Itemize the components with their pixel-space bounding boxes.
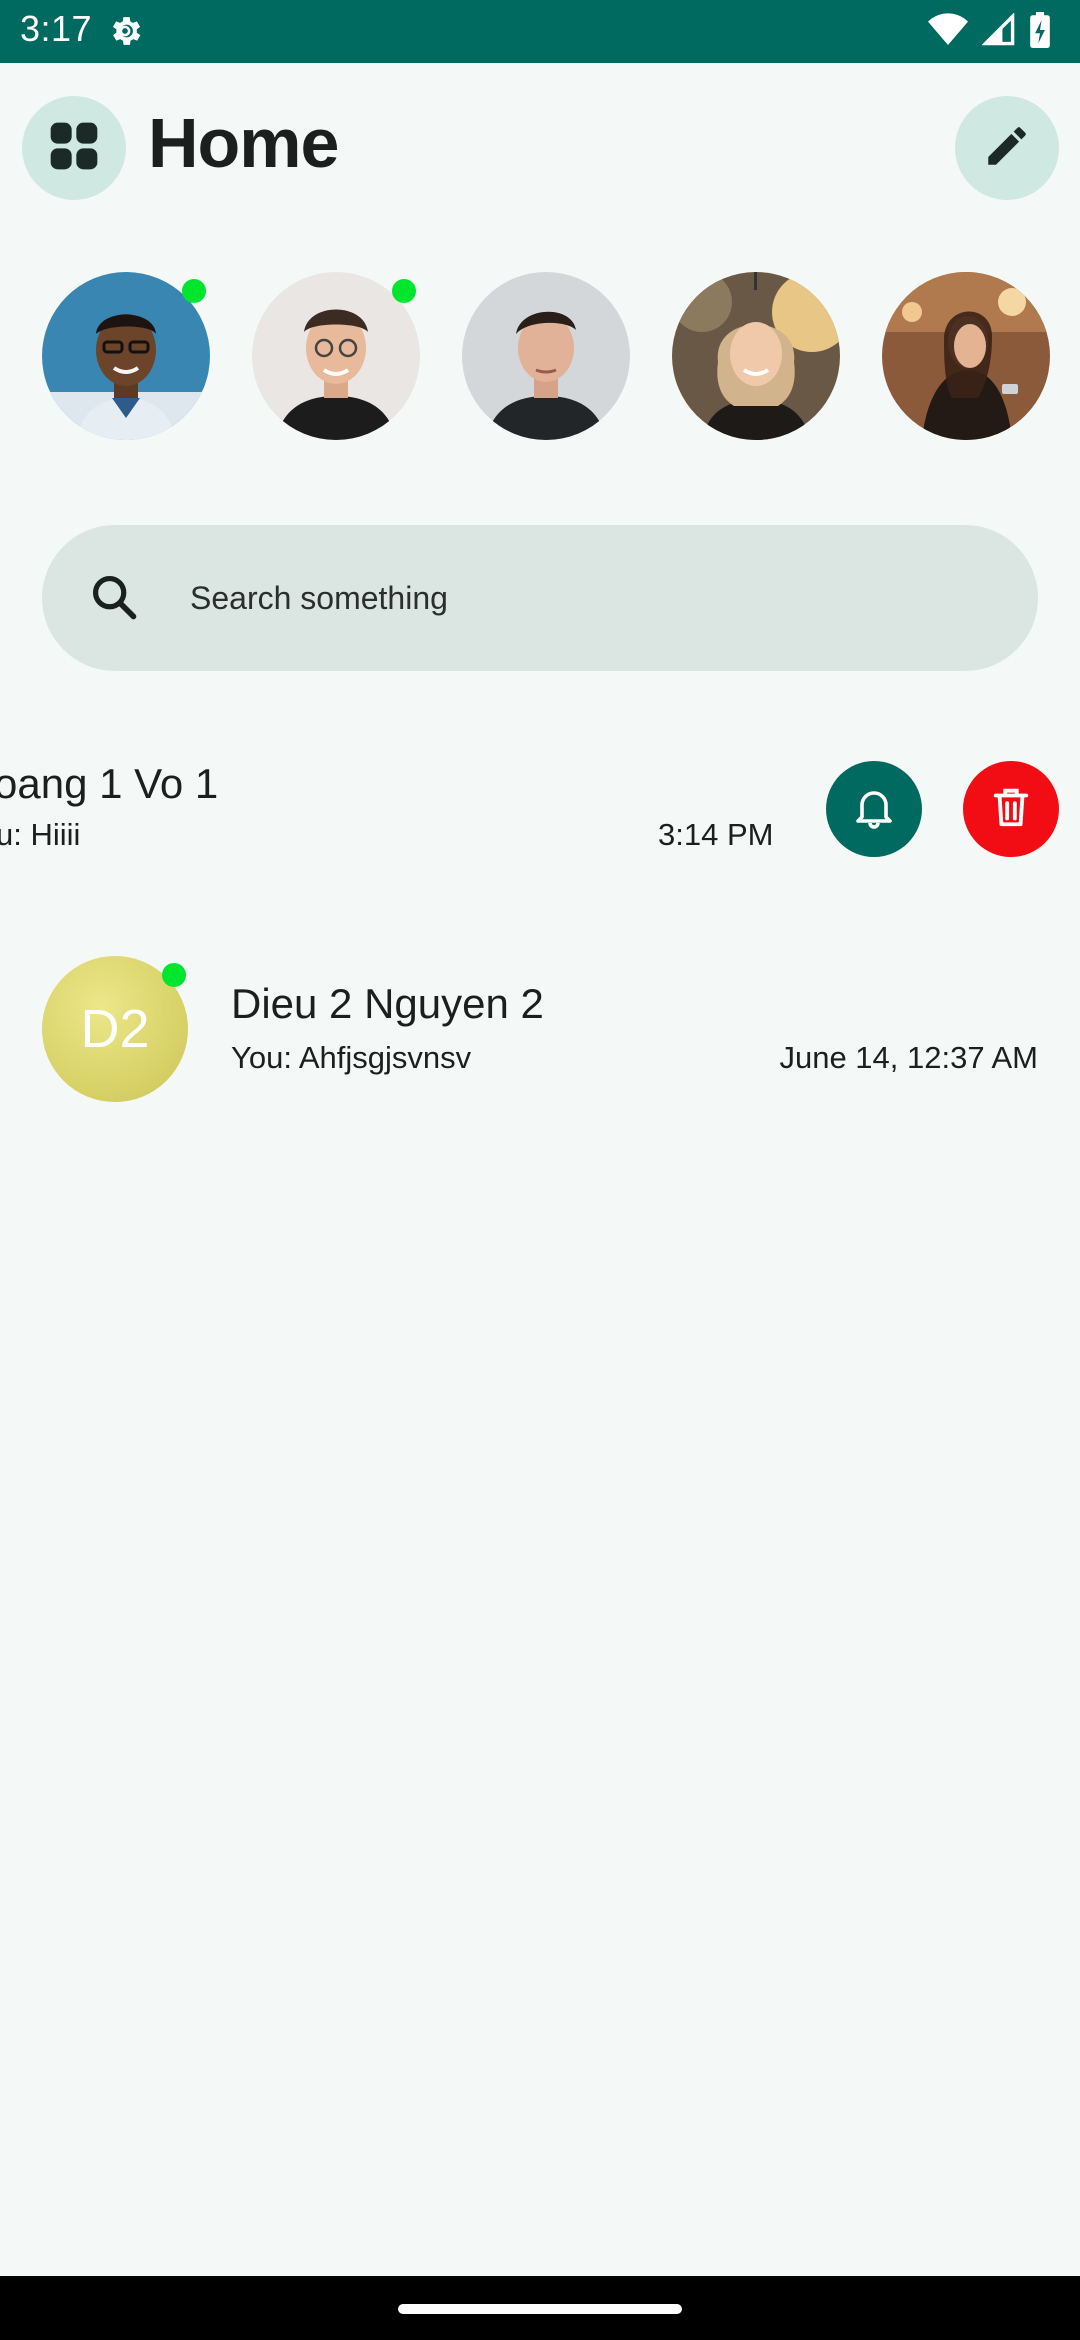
bell-icon xyxy=(850,783,898,836)
avatar-initials: D2 xyxy=(80,999,150,1059)
conversation-row[interactable]: D2 Dieu 2 Nguyen 2 You: Ahfjsgjsvnsv Jun… xyxy=(0,956,1080,1104)
navigation-bar xyxy=(0,2276,1080,2340)
settings-icon xyxy=(106,12,144,50)
online-indicator xyxy=(182,279,206,303)
search-icon xyxy=(88,571,140,628)
conversation-last-message: You: Ahfjsgjsvnsv xyxy=(231,1040,472,1075)
stories-row xyxy=(0,272,1080,442)
online-indicator xyxy=(162,963,186,987)
grid-icon xyxy=(46,118,102,179)
story-avatar-3[interactable] xyxy=(462,272,630,440)
wifi-icon xyxy=(928,13,968,47)
story-avatar-4[interactable] xyxy=(672,272,840,440)
home-indicator[interactable] xyxy=(398,2304,682,2314)
menu-button[interactable] xyxy=(22,96,126,200)
notification-button[interactable] xyxy=(826,761,922,857)
status-bar: 3:17 xyxy=(0,0,1080,63)
conversation-row[interactable]: oang 1 Vo 1 u: Hiiii 3:14 PM xyxy=(0,750,1080,880)
trash-icon xyxy=(988,784,1034,835)
conversation-time: 3:14 PM xyxy=(658,817,774,852)
conversation-name: oang 1 Vo 1 xyxy=(0,760,219,807)
status-time: 3:17 xyxy=(20,8,93,49)
battery-charging-icon xyxy=(1030,12,1050,48)
conversation-time: June 14, 12:37 AM xyxy=(779,1040,1038,1075)
conversation-name: Dieu 2 Nguyen 2 xyxy=(231,980,544,1027)
pencil-icon xyxy=(982,121,1032,176)
status-icons xyxy=(928,12,1050,48)
header: Home xyxy=(0,63,1080,233)
story-avatar-5[interactable] xyxy=(882,272,1050,440)
compose-button[interactable] xyxy=(955,96,1059,200)
search-input[interactable] xyxy=(188,565,988,631)
conversation-last-message: u: Hiiii xyxy=(0,817,81,852)
delete-button[interactable] xyxy=(963,761,1059,857)
search-bar[interactable] xyxy=(42,525,1038,671)
signal-icon xyxy=(982,13,1016,47)
page-title: Home xyxy=(148,104,339,182)
online-indicator xyxy=(392,279,416,303)
